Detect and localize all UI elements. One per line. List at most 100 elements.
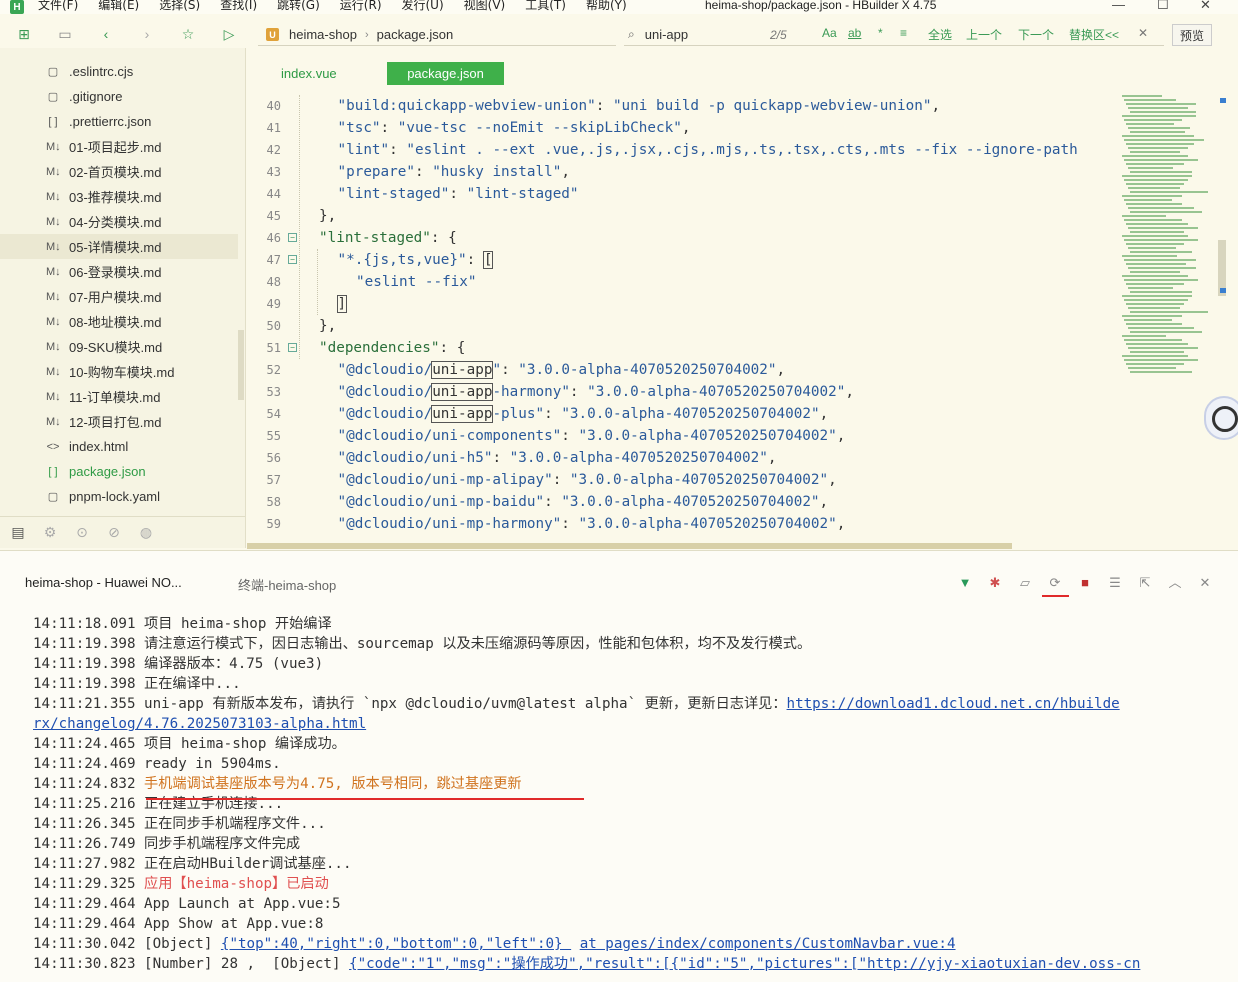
whole-word-button[interactable]: ab bbox=[848, 26, 861, 40]
star-icon[interactable]: ☆ bbox=[180, 26, 196, 42]
code-line[interactable]: 48 "eslint --fix" bbox=[247, 271, 1117, 293]
select-all-button[interactable]: 全选 bbox=[928, 26, 952, 43]
menu-find[interactable]: 查找(I) bbox=[220, 0, 257, 12]
save-icon[interactable]: ▭ bbox=[57, 26, 73, 42]
editor-horizontal-scrollbar[interactable] bbox=[247, 543, 1012, 549]
code-line[interactable]: 43 "prepare": "husky install", bbox=[247, 161, 1117, 183]
file-item[interactable]: M↓ 11-订单模块.md bbox=[0, 384, 238, 409]
run-icon[interactable]: ▷ bbox=[221, 26, 237, 42]
code-editor[interactable]: 40 "build:quickapp-webview-union": "uni b… bbox=[247, 95, 1117, 543]
log-link[interactable]: https://download1.dcloud.net.cn/hbuilde bbox=[787, 696, 1120, 712]
file-item[interactable]: [ ] .prettierrc.json bbox=[0, 109, 238, 134]
close-find-icon[interactable]: ✕ bbox=[1138, 26, 1148, 40]
code-line[interactable]: 42 "lint": "eslint . --ext .vue,.js,.jsx,… bbox=[247, 139, 1117, 161]
file-item[interactable]: M↓ 01-项目起步.md bbox=[0, 134, 238, 159]
regex-button[interactable]: * bbox=[878, 26, 883, 40]
log-link[interactable]: {"code":"1","msg":"操作成功","result":[{"id"… bbox=[349, 956, 1140, 972]
restart-icon[interactable]: ⟳ bbox=[1047, 575, 1063, 591]
code-line[interactable]: 56 "@dcloudio/uni-h5": "3.0.0-alpha-40705… bbox=[247, 447, 1117, 469]
plugin-icon[interactable]: ⚙ bbox=[40, 524, 60, 541]
file-item[interactable]: M↓ 10-购物车模块.md bbox=[0, 359, 238, 384]
code-line[interactable]: 41 "tsc": "vue-tsc --noEmit --skipLibChec… bbox=[247, 117, 1117, 139]
file-item[interactable]: [ ] package.json bbox=[0, 459, 238, 484]
tab-index-vue[interactable]: index.vue bbox=[281, 62, 337, 85]
file-item[interactable]: M↓ 12-项目打包.md bbox=[0, 409, 238, 434]
find-previous-button[interactable]: 上一个 bbox=[966, 26, 1002, 43]
menu-edit[interactable]: 编辑(E) bbox=[98, 0, 139, 12]
file-item[interactable]: M↓ 04-分类模块.md bbox=[0, 209, 238, 234]
breadcrumb-file[interactable]: package.json bbox=[377, 27, 454, 42]
minimize-icon[interactable]: — bbox=[1112, 0, 1125, 12]
file-item[interactable]: M↓ 02-首页模块.md bbox=[0, 159, 238, 184]
file-item[interactable]: M↓ 08-地址模块.md bbox=[0, 309, 238, 334]
address-bar[interactable]: U heima-shop › package.json bbox=[258, 24, 616, 46]
menu-goto[interactable]: 跳转(G) bbox=[277, 0, 320, 12]
sidebar-scrollbar[interactable] bbox=[238, 330, 244, 400]
code-line[interactable]: 57 "@dcloudio/uni-mp-alipay": "3.0.0-alph… bbox=[247, 469, 1117, 491]
close-panel-icon[interactable]: ✕ bbox=[1197, 575, 1213, 591]
code-line[interactable]: 59 "@dcloudio/uni-mp-harmony": "3.0.0-alp… bbox=[247, 513, 1117, 535]
export-icon[interactable]: ⇱ bbox=[1137, 575, 1153, 591]
code-line[interactable]: 54 "@dcloudio/uni-app-plus": "3.0.0-alpha… bbox=[247, 403, 1117, 425]
replace-toggle-button[interactable]: 替换区<< bbox=[1069, 26, 1119, 43]
floating-assistant-button[interactable] bbox=[1204, 396, 1238, 440]
file-item[interactable]: <> index.html bbox=[0, 434, 238, 459]
menu-tools[interactable]: 工具(T) bbox=[525, 0, 566, 12]
log-link[interactable]: rx/changelog/4.76.2025073103-alpha.html bbox=[33, 716, 366, 732]
file-item[interactable]: M↓ 05-详情模块.md bbox=[0, 234, 238, 259]
fold-toggle-icon[interactable]: − bbox=[288, 233, 297, 242]
stop-icon[interactable]: ■ bbox=[1077, 575, 1093, 591]
code-line[interactable]: 58 "@dcloudio/uni-mp-baidu": "3.0.0-alpha… bbox=[247, 491, 1117, 513]
file-item[interactable]: ▢ pnpm-lock.yaml bbox=[0, 484, 238, 509]
file-item[interactable]: ▢ .eslintrc.cjs bbox=[0, 59, 238, 84]
file-item[interactable]: M↓ 07-用户模块.md bbox=[0, 284, 238, 309]
debug-icon[interactable]: ✱ bbox=[987, 575, 1003, 591]
preview-button[interactable]: 预览 bbox=[1172, 24, 1212, 46]
file-item[interactable]: M↓ 06-登录模块.md bbox=[0, 259, 238, 284]
file-item[interactable]: M↓ 09-SKU模块.md bbox=[0, 334, 238, 359]
fold-toggle-icon[interactable]: − bbox=[288, 343, 297, 352]
code-line[interactable]: 55 "@dcloudio/uni-components": "3.0.0-alp… bbox=[247, 425, 1117, 447]
menu-help[interactable]: 帮助(Y) bbox=[586, 0, 627, 12]
menu-publish[interactable]: 发行(U) bbox=[402, 0, 444, 12]
collapse-up-icon[interactable]: ︿ bbox=[1167, 575, 1183, 591]
back-icon[interactable]: ‹ bbox=[98, 26, 114, 42]
file-item[interactable]: ▢ .gitignore bbox=[0, 84, 238, 109]
code-line[interactable]: 45}, bbox=[247, 205, 1117, 227]
menu-run[interactable]: 运行(R) bbox=[340, 0, 382, 12]
forward-icon[interactable]: › bbox=[139, 26, 155, 42]
menu-view[interactable]: 视图(V) bbox=[464, 0, 506, 12]
filter-icon[interactable]: ▼ bbox=[957, 575, 973, 591]
tab-package-json[interactable]: package.json bbox=[387, 62, 504, 85]
code-line[interactable]: 53 "@dcloudio/uni-app-harmony": "3.0.0-al… bbox=[247, 381, 1117, 403]
filter-lines-button[interactable]: ≡ bbox=[900, 26, 907, 40]
tab-console-run[interactable]: heima-shop - Huawei NO... bbox=[25, 575, 182, 590]
minimap[interactable] bbox=[1118, 95, 1218, 395]
search-input[interactable]: uni-app bbox=[645, 27, 688, 42]
code-line[interactable]: 50}, bbox=[247, 315, 1117, 337]
code-line[interactable]: 40 "build:quickapp-webview-union": "uni b… bbox=[247, 95, 1117, 117]
menu-file[interactable]: 文件(F) bbox=[38, 0, 78, 12]
code-line[interactable]: 46− "lint-staged": { bbox=[247, 227, 1117, 249]
code-line[interactable]: 47− "*.{js,ts,vue}": [ bbox=[247, 249, 1117, 271]
maximize-icon[interactable]: ☐ bbox=[1157, 0, 1169, 13]
menu-select[interactable]: 选择(S) bbox=[159, 0, 200, 12]
code-line[interactable]: 44 "lint-staged": "lint-staged" bbox=[247, 183, 1117, 205]
code-line[interactable]: 51− "dependencies": { bbox=[247, 337, 1117, 359]
git-icon[interactable]: ⊙ bbox=[72, 524, 92, 541]
fold-toggle-icon[interactable]: − bbox=[288, 255, 297, 264]
file-item[interactable]: M↓ 03-推荐模块.md bbox=[0, 184, 238, 209]
code-line[interactable]: 52 "@dcloudio/uni-app": "3.0.0-alpha-4070… bbox=[247, 359, 1117, 381]
new-file-icon[interactable]: ⊞ bbox=[16, 26, 32, 42]
close-window-icon[interactable]: ✕ bbox=[1200, 0, 1211, 13]
folder-icon[interactable]: ▤ bbox=[8, 524, 28, 541]
tab-console-terminal[interactable]: 终端-heima-shop bbox=[238, 575, 336, 594]
log-link[interactable]: {"top":40,"right":0,"bottom":0,"left":0} bbox=[221, 936, 571, 952]
breadcrumb-project[interactable]: heima-shop bbox=[289, 27, 357, 42]
find-next-button[interactable]: 下一个 bbox=[1018, 26, 1054, 43]
log-link[interactable]: at pages/index/components/CustomNavbar.v… bbox=[580, 936, 956, 952]
code-line[interactable]: 49] bbox=[247, 293, 1117, 315]
match-case-button[interactable]: Aa bbox=[822, 26, 837, 40]
search-files-icon[interactable]: ⊘ bbox=[104, 524, 124, 541]
open-log-icon[interactable]: ▱ bbox=[1017, 575, 1033, 591]
